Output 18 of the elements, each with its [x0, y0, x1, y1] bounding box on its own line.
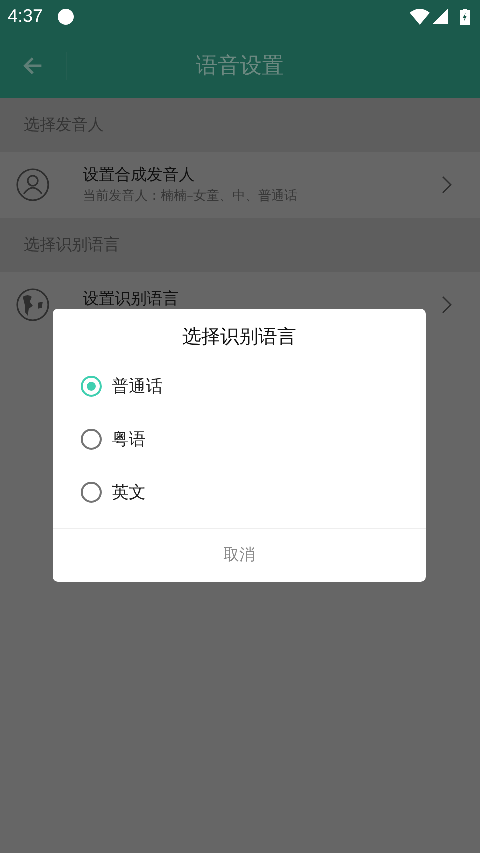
- language-option[interactable]: 英文: [53, 466, 426, 519]
- clock: 4:37: [8, 6, 44, 27]
- globe-icon: [16, 288, 50, 322]
- page-title: 语音设置: [196, 52, 284, 80]
- notification-dot-icon: [58, 8, 74, 24]
- chevron-right-icon: [442, 296, 452, 314]
- radio-button[interactable]: [81, 482, 102, 503]
- battery-icon: [460, 8, 470, 24]
- radio-button[interactable]: [81, 429, 102, 450]
- language-option[interactable]: 普通话: [53, 360, 426, 413]
- signal-icon: [433, 9, 448, 24]
- language-option[interactable]: 粤语: [53, 413, 426, 466]
- chevron-right-icon: [442, 176, 452, 194]
- radio-button[interactable]: [81, 376, 102, 397]
- person-icon: [16, 168, 50, 202]
- row-title: 设置识别语言: [83, 288, 180, 308]
- wifi-icon: [410, 8, 430, 24]
- row-title: 设置合成发音人: [83, 165, 196, 184]
